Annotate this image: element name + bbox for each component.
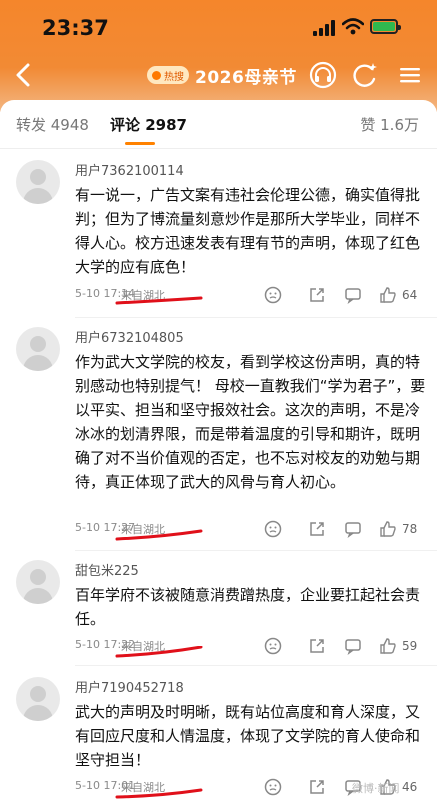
more-options-icon[interactable] bbox=[398, 65, 422, 85]
wifi-icon bbox=[342, 18, 364, 35]
red-underline-annotation bbox=[115, 296, 203, 305]
comment-separator bbox=[75, 550, 437, 551]
share-icon[interactable] bbox=[307, 636, 327, 656]
reply-icon[interactable] bbox=[343, 285, 363, 305]
thumbs-up-icon[interactable] bbox=[378, 636, 398, 656]
comment-separator bbox=[75, 317, 437, 318]
comment-meta: 5-10 17:27 来自湖北 78 bbox=[75, 519, 425, 541]
like-count: 64 bbox=[402, 288, 418, 302]
thumbs-up-icon[interactable] bbox=[378, 285, 398, 305]
hot-dot-icon bbox=[152, 70, 161, 80]
avatar[interactable] bbox=[16, 327, 60, 371]
emoji-react-icon[interactable] bbox=[263, 777, 283, 797]
watermark: 微博·新闻 bbox=[352, 782, 400, 795]
listen-headphones-icon[interactable] bbox=[308, 60, 338, 90]
reply-icon[interactable] bbox=[343, 636, 363, 656]
emoji-react-icon[interactable] bbox=[263, 519, 283, 539]
header: 23:37 热搜 2026母亲节 bbox=[0, 0, 437, 112]
battery-icon bbox=[370, 19, 401, 34]
comment-meta: 5-10 17:22 来自湖北 59 bbox=[75, 636, 425, 658]
like-count: 46 bbox=[402, 780, 418, 794]
share-icon[interactable] bbox=[307, 519, 327, 539]
avatar[interactable] bbox=[16, 560, 60, 604]
tab-likes[interactable]: 赞 1.6万 bbox=[360, 114, 419, 135]
tabs: 转发 4948 评论 2987 赞 1.6万 bbox=[0, 100, 437, 148]
reply-icon[interactable] bbox=[343, 519, 363, 539]
comment-text: 百年学府不该被随意消费蹭热度，企业要扛起社会责任。 bbox=[75, 586, 421, 628]
tabs-divider bbox=[0, 148, 437, 149]
tab-comments[interactable]: 评论 2987 bbox=[110, 114, 187, 135]
comment-meta: 5-10 17:14 来自湖北 64 bbox=[75, 285, 425, 305]
nav-bar: 热搜 2026母亲节 bbox=[0, 52, 437, 98]
emoji-react-icon[interactable] bbox=[263, 285, 283, 305]
comment-username[interactable]: 用户7362100114 bbox=[75, 160, 184, 179]
comment-separator bbox=[75, 665, 437, 666]
cellular-signal-icon bbox=[313, 20, 335, 36]
comment-text: 武大的声明及时明晰，既有站位高度和育人深度，又有回应尺度和人情温度，体现了文学院… bbox=[75, 703, 421, 769]
back-arrow-icon[interactable] bbox=[10, 60, 40, 90]
comment-username[interactable]: 甜包米225 bbox=[75, 560, 139, 579]
comment-username[interactable]: 用户7190452718 bbox=[75, 677, 184, 696]
red-underline-annotation bbox=[115, 788, 203, 799]
like-count: 78 bbox=[402, 522, 418, 536]
share-icon[interactable] bbox=[307, 777, 327, 797]
emoji-react-icon[interactable] bbox=[263, 636, 283, 656]
refresh-sparkle-icon[interactable] bbox=[350, 60, 380, 90]
tab-repost[interactable]: 转发 4948 bbox=[16, 114, 89, 135]
comment-text: 有一说一，广告文案有违社会伦理公德，确实值得批判；但为了博流量刻意炒作是那所大学… bbox=[75, 186, 421, 276]
topic-header[interactable]: 热搜 2026母亲节 bbox=[147, 62, 297, 88]
share-icon[interactable] bbox=[307, 285, 327, 305]
status-bar: 23:37 bbox=[0, 0, 437, 52]
comment-text: 作为武大文学院的校友，看到学校这份声明，真的特别感动也特别提气！ 母校一直教我们… bbox=[75, 353, 426, 491]
topic-title: 2026母亲节 bbox=[195, 67, 297, 88]
thumbs-up-icon[interactable] bbox=[378, 519, 398, 539]
comment-username[interactable]: 用户6732104805 bbox=[75, 327, 184, 346]
red-underline-annotation bbox=[115, 646, 203, 658]
hot-search-tag: 热搜 bbox=[147, 66, 189, 84]
like-count: 59 bbox=[402, 639, 418, 653]
hot-search-label: 热搜 bbox=[164, 71, 184, 83]
status-time: 23:37 bbox=[42, 16, 109, 40]
avatar[interactable] bbox=[16, 677, 60, 721]
active-tab-indicator bbox=[125, 142, 155, 145]
avatar[interactable] bbox=[16, 160, 60, 204]
red-underline-annotation bbox=[115, 529, 203, 541]
